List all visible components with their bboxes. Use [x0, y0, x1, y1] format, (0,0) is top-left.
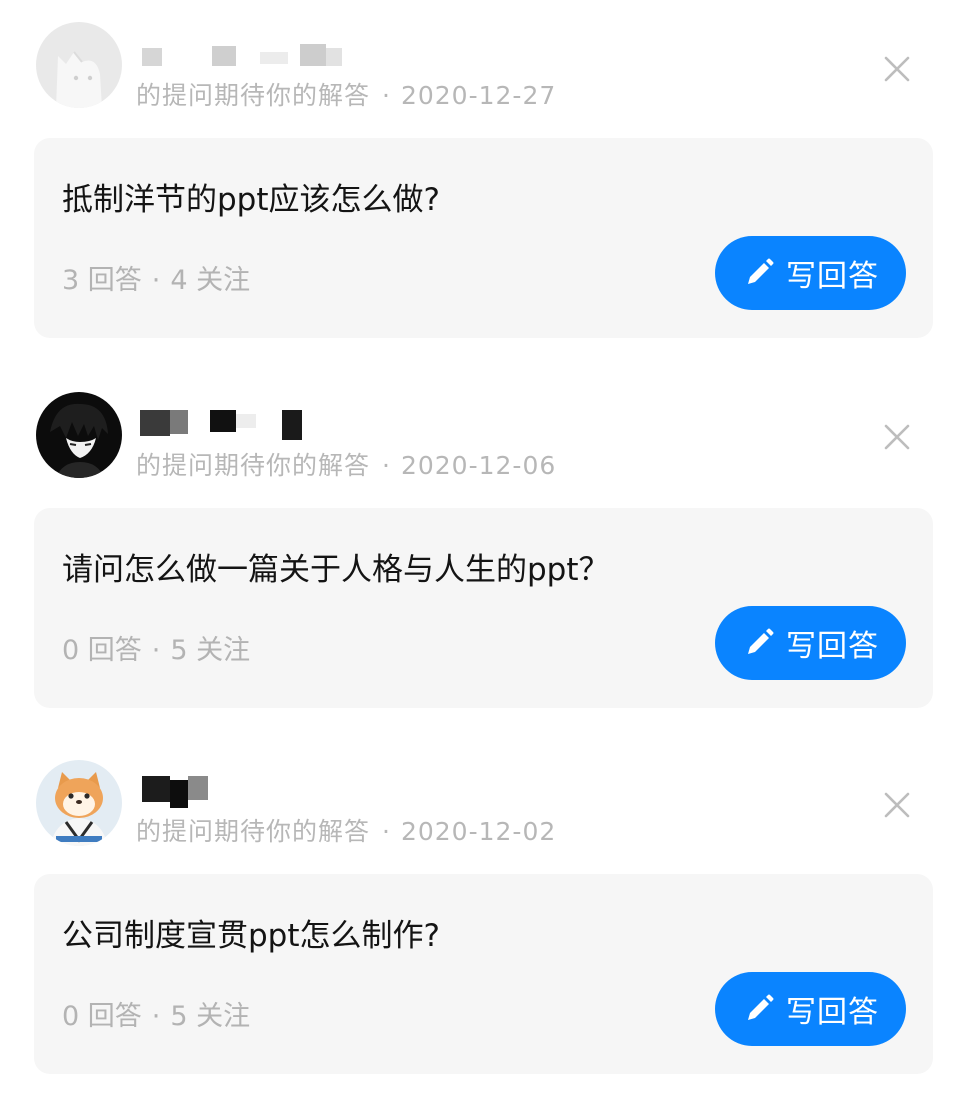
question-stats: 0 回答 · 5 关注: [62, 628, 250, 667]
answer-count: 3 回答: [62, 265, 142, 296]
pencil-icon: [742, 626, 776, 660]
question-stats: 0 回答 · 5 关注: [62, 994, 250, 1033]
item-subtitle: 的提问期待你的解答 · 2020-12-02: [136, 812, 556, 848]
question-stats: 3 回答 · 4 关注: [62, 258, 250, 297]
subtitle-text: 的提问期待你的解答: [136, 817, 371, 846]
question-title[interactable]: 请问怎么做一篇关于人格与人生的ppt？: [62, 544, 610, 589]
write-answer-button[interactable]: 写回答: [715, 606, 906, 680]
avatar[interactable]: [36, 392, 122, 478]
answer-count: 0 回答: [62, 1001, 142, 1032]
item-date: 2020-12-06: [400, 451, 557, 480]
subtitle-text: 的提问期待你的解答: [136, 451, 371, 480]
close-button[interactable]: [876, 48, 918, 90]
item-header: 的提问期待你的解答 · 2020-12-02: [0, 736, 967, 856]
separator: ·: [382, 451, 391, 480]
separator: ·: [151, 635, 161, 666]
feed-item: 的提问期待你的解答 · 2020-12-27 抵制洋节的ppt应该怎么做? 3 回答…: [0, 0, 967, 350]
feed-item: 的提问期待你的解答 · 2020-12-06 请问怎么做一篇关于人格与人生的ppt？…: [0, 368, 967, 718]
question-card[interactable]: 请问怎么做一篇关于人格与人生的ppt？ 0 回答 · 5 关注 写回答: [34, 508, 933, 708]
feed-item: 的提问期待你的解答 · 2020-12-02 公司制度宣贯ppt怎么制作? 0 回答…: [0, 736, 967, 1086]
item-header: 的提问期待你的解答 · 2020-12-27: [0, 0, 967, 120]
subtitle-text: 的提问期待你的解答: [136, 81, 371, 110]
close-icon: [884, 792, 910, 818]
close-button[interactable]: [876, 416, 918, 458]
write-answer-label: 写回答: [786, 995, 879, 1030]
item-header: 的提问期待你的解答 · 2020-12-06: [0, 368, 967, 488]
follow-count: 4 关注: [170, 265, 251, 296]
answer-count: 0 回答: [62, 635, 142, 666]
separator: ·: [382, 817, 391, 846]
close-icon: [884, 424, 910, 450]
avatar[interactable]: [36, 22, 122, 108]
question-title[interactable]: 公司制度宣贯ppt怎么制作?: [62, 910, 440, 955]
question-card[interactable]: 抵制洋节的ppt应该怎么做? 3 回答 · 4 关注 写回答: [34, 138, 933, 338]
item-date: 2020-12-27: [400, 81, 557, 110]
item-subtitle: 的提问期待你的解答 · 2020-12-27: [136, 76, 556, 112]
write-answer-button[interactable]: 写回答: [715, 236, 906, 310]
close-button[interactable]: [876, 784, 918, 826]
write-answer-label: 写回答: [786, 629, 879, 664]
write-answer-label: 写回答: [786, 259, 879, 294]
separator: ·: [151, 265, 161, 296]
write-answer-button[interactable]: 写回答: [715, 972, 906, 1046]
item-subtitle: 的提问期待你的解答 · 2020-12-06: [136, 446, 556, 482]
pencil-icon: [742, 256, 776, 290]
follow-count: 5 关注: [170, 635, 251, 666]
avatar[interactable]: [36, 760, 122, 846]
question-title[interactable]: 抵制洋节的ppt应该怎么做?: [62, 174, 440, 219]
follow-count: 5 关注: [170, 1001, 251, 1032]
separator: ·: [151, 1001, 161, 1032]
separator: ·: [382, 81, 391, 110]
close-icon: [884, 56, 910, 82]
question-card[interactable]: 公司制度宣贯ppt怎么制作? 0 回答 · 5 关注 写回答: [34, 874, 933, 1074]
item-date: 2020-12-02: [400, 817, 557, 846]
pencil-icon: [742, 992, 776, 1026]
